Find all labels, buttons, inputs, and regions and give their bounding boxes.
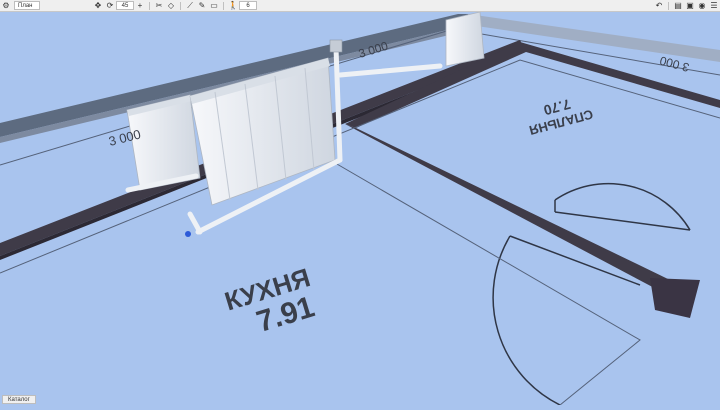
chat-icon[interactable]: ▤: [672, 0, 684, 11]
toolbar-divider: [668, 1, 669, 10]
edit-icon[interactable]: ✎: [196, 0, 208, 11]
window-icon[interactable]: ▭: [208, 0, 220, 11]
plus-icon[interactable]: +: [134, 0, 146, 11]
catalog-button[interactable]: Каталог: [2, 395, 36, 404]
menu-icon[interactable]: ☰: [708, 0, 720, 11]
scene-canvas[interactable]: КУХНЯ 7.91 СПАЛЬНЯ 7.70 3 000 3 000 3 00…: [0, 11, 720, 406]
undo-icon[interactable]: ↶: [653, 0, 665, 11]
top-toolbar: ⚙ План ✥ ⟳ 45 + ✂ ◇ ⟋ ✎ ▭ 🚶 6 ↶ ▤ ▣ ◉ ☰: [0, 0, 720, 12]
3d-viewport[interactable]: КУХНЯ 7.91 СПАЛЬНЯ 7.70 3 000 3 000 3 00…: [0, 11, 720, 406]
wall-tool-icon[interactable]: ⟋: [184, 0, 196, 11]
view-select[interactable]: План: [14, 1, 40, 10]
settings-icon[interactable]: ⚙: [0, 0, 12, 11]
move-icon[interactable]: ✥: [92, 0, 104, 11]
people-count-input[interactable]: 6: [239, 1, 257, 10]
rotate-icon[interactable]: ⟳: [104, 0, 116, 11]
pipe-valve[interactable]: [329, 39, 343, 53]
toolbar-divider: [180, 1, 181, 10]
hide-icon[interactable]: ◇: [165, 0, 177, 11]
rotate-angle-input[interactable]: 45: [116, 1, 134, 10]
toolbar-divider: [149, 1, 150, 10]
walk-icon[interactable]: 🚶: [227, 0, 239, 11]
pipe-connector-handle[interactable]: [185, 231, 191, 237]
cut-icon[interactable]: ✂: [153, 0, 165, 11]
radiator-back[interactable]: [445, 11, 485, 67]
camera-icon[interactable]: ◉: [696, 0, 708, 11]
save-icon[interactable]: ▣: [684, 0, 696, 11]
toolbar-divider: [223, 1, 224, 10]
